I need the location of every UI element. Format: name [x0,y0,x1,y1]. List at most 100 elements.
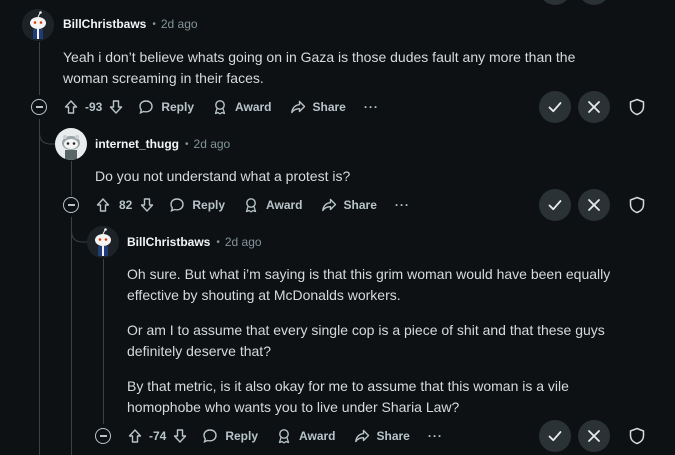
top-remove-button-partial[interactable] [578,0,610,5]
comment-meta: BillChristbaws • 2d ago [127,235,262,249]
x-icon [588,430,600,442]
meta-separator: • [216,236,220,248]
share-button[interactable]: Share [321,197,377,213]
checkmark-icon [548,102,562,113]
downvote-button[interactable] [108,99,124,115]
collapse-thread-button[interactable] [31,99,47,115]
speech-bubble-icon [170,198,185,213]
award-button[interactable]: Award [243,197,303,213]
upvote-arrow-icon [96,198,110,212]
downvote-arrow-icon [110,100,123,114]
comment-action-bar: 82 Reply Award Share ··· [95,193,410,217]
remove-button[interactable] [578,420,610,452]
x-icon [588,199,600,211]
checkmark-icon [548,431,562,442]
share-button[interactable]: Share [354,428,410,444]
avatar[interactable] [87,226,119,258]
comment-paragraph: Yeah i don’t believe whats going on in G… [63,49,576,86]
comment-action-bar: -93 Reply Award Share ··· [63,95,379,119]
downvote-arrow-icon [174,429,187,443]
thread-line-level-1-long [39,119,40,455]
award-icon [278,429,290,444]
award-icon [214,100,226,115]
remove-button[interactable] [578,91,610,123]
thread-line-level-2-long [71,217,72,455]
snoo-avatar-icon [87,226,119,258]
speech-bubble-icon [203,429,218,444]
award-button[interactable]: Award [276,428,336,444]
collapse-thread-button[interactable] [95,428,111,444]
author-name[interactable]: BillChristbaws [127,235,210,249]
more-options-button[interactable]: ··· [395,198,410,212]
author-name[interactable]: internet_thugg [95,137,179,151]
shield-icon [629,196,645,214]
vote-score: -93 [85,100,103,114]
share-button[interactable]: Share [290,99,346,115]
comment-paragraph: By that metric, is it also okay for me t… [127,378,569,415]
share-arrow-icon [354,429,369,443]
approve-button[interactable] [539,189,571,221]
avatar[interactable] [55,128,87,160]
award-button[interactable]: Award [212,99,272,115]
checkmark-icon [548,200,562,211]
upvote-button[interactable] [95,197,111,213]
more-options-button[interactable]: ··· [428,429,443,443]
comment-meta: BillChristbaws • 2d ago [63,17,198,31]
vote-score: 82 [119,198,133,212]
mod-actions-button[interactable] [628,427,646,450]
avatar[interactable] [22,9,54,41]
shield-icon [629,98,645,116]
x-icon [588,101,600,113]
approve-button[interactable] [539,420,571,452]
share-arrow-icon [321,198,336,212]
comment-body: Yeah i don’t believe whats going on in G… [63,47,623,89]
meta-separator: • [152,18,156,30]
award-label: Award [235,100,272,114]
snoo-avatar-icon [22,9,54,41]
mod-actions-button[interactable] [628,98,646,121]
timestamp[interactable]: 2d ago [225,235,262,249]
speech-bubble-icon [139,100,154,115]
share-label: Share [312,100,346,114]
comment-action-bar: -74 Reply Award Share ··· [127,424,443,448]
reply-button[interactable]: Reply [202,428,258,444]
shield-icon [629,427,645,445]
comment-body: Do you not understand what a protest is? [95,166,615,187]
upvote-arrow-icon [128,429,142,443]
more-options-button[interactable]: ··· [364,100,379,114]
mod-actions-button[interactable] [628,196,646,219]
upvote-arrow-icon [64,100,78,114]
reply-label: Reply [192,198,226,212]
approve-button[interactable] [539,91,571,123]
thread-line-level-2 [71,161,72,196]
award-icon [245,198,257,213]
vote-score: -74 [149,429,167,443]
top-approve-button-partial[interactable] [539,0,571,5]
share-label: Share [343,198,377,212]
award-label: Award [299,429,336,443]
reply-button[interactable]: Reply [169,197,225,213]
reply-label: Reply [225,429,259,443]
timestamp[interactable]: 2d ago [194,137,231,151]
snoo-avatar-icon [55,128,87,160]
downvote-button[interactable] [139,197,155,213]
upvote-button[interactable] [127,428,143,444]
comment-paragraph: Do you not understand what a protest is? [95,168,351,184]
thread-line-level-3 [103,259,104,424]
author-name[interactable]: BillChristbaws [63,17,146,31]
comment-body: Oh sure. But what i’m saying is that thi… [127,264,627,418]
reply-label: Reply [161,100,195,114]
timestamp[interactable]: 2d ago [161,17,198,31]
remove-button[interactable] [578,189,610,221]
comment-paragraph: Or am I to assume that every single cop … [127,322,605,359]
downvote-button[interactable] [172,428,188,444]
collapse-thread-button[interactable] [63,197,79,213]
meta-separator: • [185,138,189,150]
reply-button[interactable]: Reply [138,99,194,115]
comment-paragraph: Oh sure. But what i’m saying is that thi… [127,266,611,303]
share-label: Share [376,429,410,443]
downvote-arrow-icon [141,198,154,212]
award-label: Award [266,198,303,212]
upvote-button[interactable] [63,99,79,115]
comment-meta: internet_thugg • 2d ago [95,137,230,151]
